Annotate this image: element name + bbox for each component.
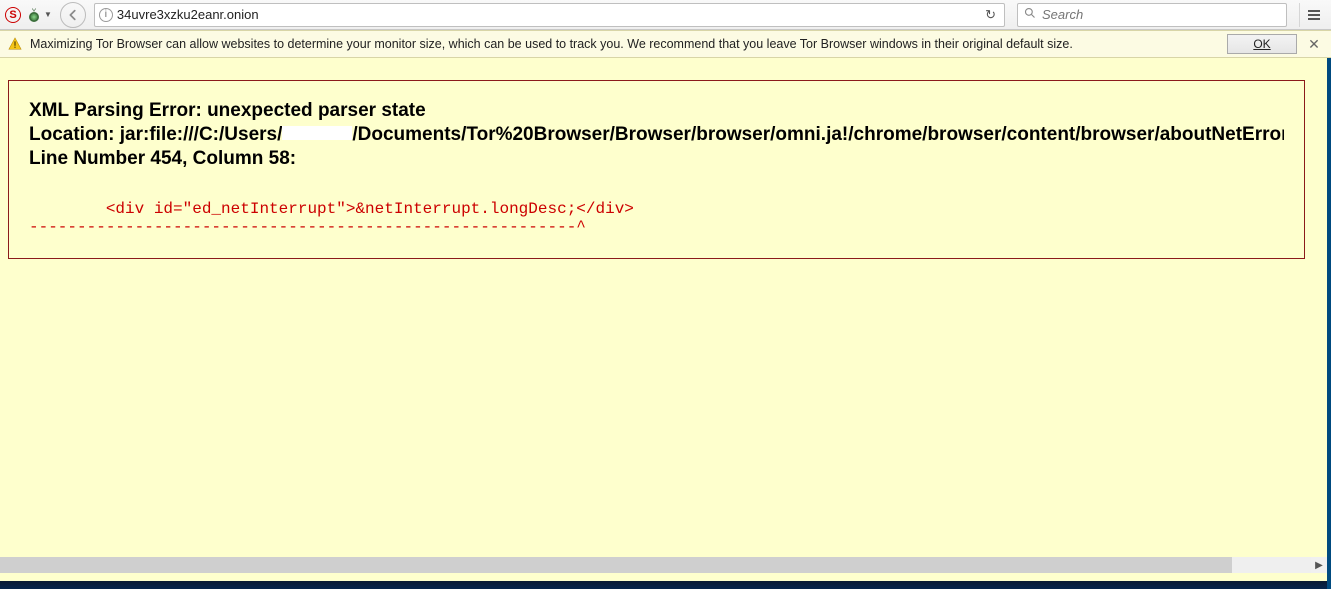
notification-ok-button[interactable]: OK [1227, 34, 1297, 54]
back-button[interactable] [60, 2, 86, 28]
horizontal-scrollbar[interactable]: ▶ [0, 557, 1327, 573]
hscroll-right-button[interactable]: ▶ [1311, 557, 1327, 573]
hscroll-thumb[interactable] [0, 557, 1232, 573]
notification-bar: Maximizing Tor Browser can allow website… [0, 30, 1331, 58]
reload-button[interactable]: ↻ [981, 7, 1000, 23]
notification-text: Maximizing Tor Browser can allow website… [30, 37, 1219, 51]
torbutton-dropdown-icon[interactable]: ▼ [44, 10, 52, 19]
url-bar[interactable]: i ↻ [94, 3, 1005, 27]
search-input[interactable] [1042, 7, 1280, 22]
noscript-icon[interactable]: S [4, 6, 22, 24]
error-line-1: XML Parsing Error: unexpected parser sta… [29, 99, 1284, 123]
search-bar[interactable] [1017, 3, 1287, 27]
taskbar-edge [0, 581, 1327, 589]
torbutton-icon[interactable] [26, 7, 42, 23]
notification-close-button[interactable]: ✕ [1305, 36, 1323, 53]
menu-button[interactable] [1299, 3, 1327, 27]
hscroll-track[interactable] [0, 557, 1311, 573]
site-info-icon[interactable]: i [99, 8, 113, 22]
xml-error-box: XML Parsing Error: unexpected parser sta… [8, 80, 1305, 259]
browser-toolbar: S ▼ i ↻ [0, 0, 1331, 30]
content-viewport: XML Parsing Error: unexpected parser sta… [0, 58, 1331, 589]
error-line-2: Location: jar:file:///C:/Users//Document… [29, 123, 1284, 147]
url-input[interactable] [117, 7, 977, 22]
redacted-username [282, 126, 352, 140]
warning-icon [8, 37, 22, 51]
search-icon [1024, 7, 1036, 22]
error-source: <div id="ed_netInterrupt">&netInterrupt.… [29, 200, 1284, 236]
error-line-3: Line Number 454, Column 58: [29, 147, 1284, 171]
